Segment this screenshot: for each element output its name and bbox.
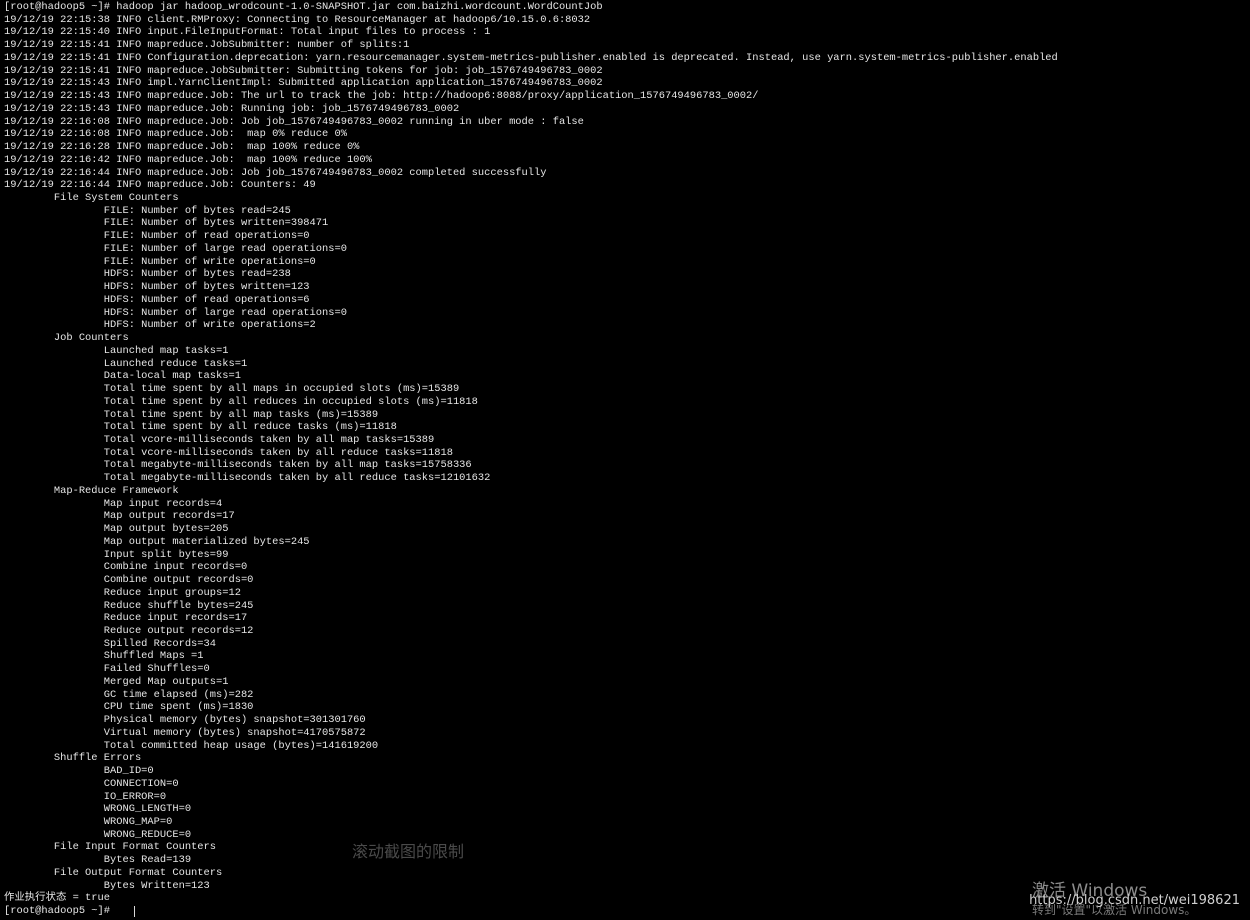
terminal-line: Reduce input groups=12 bbox=[4, 586, 241, 599]
terminal-line: CONNECTION=0 bbox=[4, 777, 179, 790]
terminal-line: 19/12/19 22:16:28 INFO mapreduce.Job: ma… bbox=[4, 141, 360, 154]
terminal-line: File Output Format Counters bbox=[4, 866, 223, 879]
terminal-line: CPU time spent (ms)=1830 bbox=[4, 701, 254, 714]
terminal-line: Map output bytes=205 bbox=[4, 523, 229, 536]
terminal-line: 19/12/19 22:15:43 INFO mapreduce.Job: Ru… bbox=[4, 102, 460, 115]
terminal-line: FILE: Number of bytes written=398471 bbox=[4, 217, 329, 230]
terminal-line: Shuffle Errors bbox=[4, 752, 142, 765]
terminal-line: FILE: Number of read operations=0 bbox=[4, 230, 310, 243]
terminal-line: Map output records=17 bbox=[4, 510, 235, 523]
terminal-line: [root@hadoop5 ~]# bbox=[4, 905, 117, 918]
terminal-line: HDFS: Number of large read operations=0 bbox=[4, 306, 347, 319]
terminal-line: 19/12/19 22:16:08 INFO mapreduce.Job: Jo… bbox=[4, 115, 584, 128]
terminal-line: 19/12/19 22:15:41 INFO mapreduce.JobSubm… bbox=[4, 39, 410, 52]
terminal-line: Total megabyte-milliseconds taken by all… bbox=[4, 459, 472, 472]
terminal-line: Launched map tasks=1 bbox=[4, 344, 229, 357]
terminal-line: Combine input records=0 bbox=[4, 561, 248, 574]
terminal-line: 作业执行状态 = true bbox=[4, 892, 110, 905]
terminal-line: Total megabyte-milliseconds taken by all… bbox=[4, 472, 491, 485]
terminal-line: GC time elapsed (ms)=282 bbox=[4, 688, 254, 701]
terminal-line: Total time spent by all map tasks (ms)=1… bbox=[4, 408, 379, 421]
terminal-line: 19/12/19 22:16:44 INFO mapreduce.Job: Jo… bbox=[4, 166, 547, 179]
terminal-line: Spilled Records=34 bbox=[4, 637, 217, 650]
terminal-line: Total time spent by all maps in occupied… bbox=[4, 383, 460, 396]
terminal-line: Map input records=4 bbox=[4, 497, 223, 510]
terminal-line: IO_ERROR=0 bbox=[4, 790, 167, 803]
terminal-line: Reduce shuffle bytes=245 bbox=[4, 599, 254, 612]
terminal-line: 19/12/19 22:15:41 INFO mapreduce.JobSubm… bbox=[4, 64, 603, 77]
terminal-line: BAD_ID=0 bbox=[4, 765, 154, 778]
terminal-line: 19/12/19 22:16:42 INFO mapreduce.Job: ma… bbox=[4, 153, 372, 166]
terminal-line: Total time spent by all reduce tasks (ms… bbox=[4, 421, 397, 434]
terminal-line: WRONG_MAP=0 bbox=[4, 816, 173, 828]
terminal-line: 19/12/19 22:15:43 INFO impl.YarnClientIm… bbox=[4, 77, 603, 90]
terminal-line: [root@hadoop5 ~]# hadoop jar hadoop_wrod… bbox=[4, 1, 603, 13]
terminal-line: 19/12/19 22:15:43 INFO mapreduce.Job: Th… bbox=[4, 90, 759, 103]
terminal-line: Total vcore-milliseconds taken by all ma… bbox=[4, 433, 435, 446]
terminal-line: Launched reduce tasks=1 bbox=[4, 357, 248, 370]
terminal-window[interactable]: [root@hadoop5 ~]# hadoop jar hadoop_wrod… bbox=[0, 0, 1250, 920]
terminal-line: Data-local map tasks=1 bbox=[4, 370, 241, 383]
terminal-line: WRONG_REDUCE=0 bbox=[4, 828, 192, 841]
terminal-line: File Input Format Counters bbox=[4, 841, 217, 854]
terminal-cursor bbox=[134, 906, 135, 917]
terminal-line: HDFS: Number of bytes read=238 bbox=[4, 268, 291, 281]
terminal-line: 19/12/19 22:15:38 INFO client.RMProxy: C… bbox=[4, 13, 591, 26]
terminal-line: 19/12/19 22:16:08 INFO mapreduce.Job: ma… bbox=[4, 128, 347, 141]
terminal-line: FILE: Number of bytes read=245 bbox=[4, 204, 291, 217]
terminal-line: Merged Map outputs=1 bbox=[4, 675, 229, 688]
terminal-line: File System Counters bbox=[4, 192, 179, 205]
terminal-line: Map-Reduce Framework bbox=[4, 484, 179, 497]
terminal-line: Total time spent by all reduces in occup… bbox=[4, 395, 478, 408]
terminal-line: Reduce output records=12 bbox=[4, 624, 254, 637]
terminal-line: WRONG_LENGTH=0 bbox=[4, 803, 192, 816]
terminal-line: Input split bytes=99 bbox=[4, 548, 229, 561]
terminal-line: Job Counters bbox=[4, 332, 129, 345]
terminal-line: HDFS: Number of read operations=6 bbox=[4, 293, 310, 306]
terminal-line: FILE: Number of write operations=0 bbox=[4, 255, 316, 268]
terminal-line: 19/12/19 22:16:44 INFO mapreduce.Job: Co… bbox=[4, 179, 316, 192]
terminal-output: [root@hadoop5 ~]# hadoop jar hadoop_wrod… bbox=[4, 1, 1058, 918]
terminal-line: Failed Shuffles=0 bbox=[4, 663, 210, 676]
terminal-line: Total vcore-milliseconds taken by all re… bbox=[4, 446, 453, 459]
terminal-line: Total committed heap usage (bytes)=14161… bbox=[4, 739, 379, 752]
terminal-line: 19/12/19 22:15:40 INFO input.FileInputFo… bbox=[4, 26, 491, 39]
terminal-line: Bytes Written=123 bbox=[4, 879, 210, 892]
terminal-line: Physical memory (bytes) snapshot=3013017… bbox=[4, 714, 366, 727]
terminal-line: Virtual memory (bytes) snapshot=41705758… bbox=[4, 726, 366, 739]
terminal-line: Combine output records=0 bbox=[4, 574, 254, 587]
terminal-line: FILE: Number of large read operations=0 bbox=[4, 242, 347, 255]
terminal-line: Bytes Read=139 bbox=[4, 854, 192, 867]
terminal-line: Reduce input records=17 bbox=[4, 612, 248, 625]
terminal-line: 19/12/19 22:15:41 INFO Configuration.dep… bbox=[4, 51, 1058, 64]
terminal-line: HDFS: Number of write operations=2 bbox=[4, 319, 316, 332]
terminal-line: Map output materialized bytes=245 bbox=[4, 535, 310, 548]
terminal-line: Shuffled Maps =1 bbox=[4, 650, 204, 663]
terminal-line: HDFS: Number of bytes written=123 bbox=[4, 281, 310, 294]
